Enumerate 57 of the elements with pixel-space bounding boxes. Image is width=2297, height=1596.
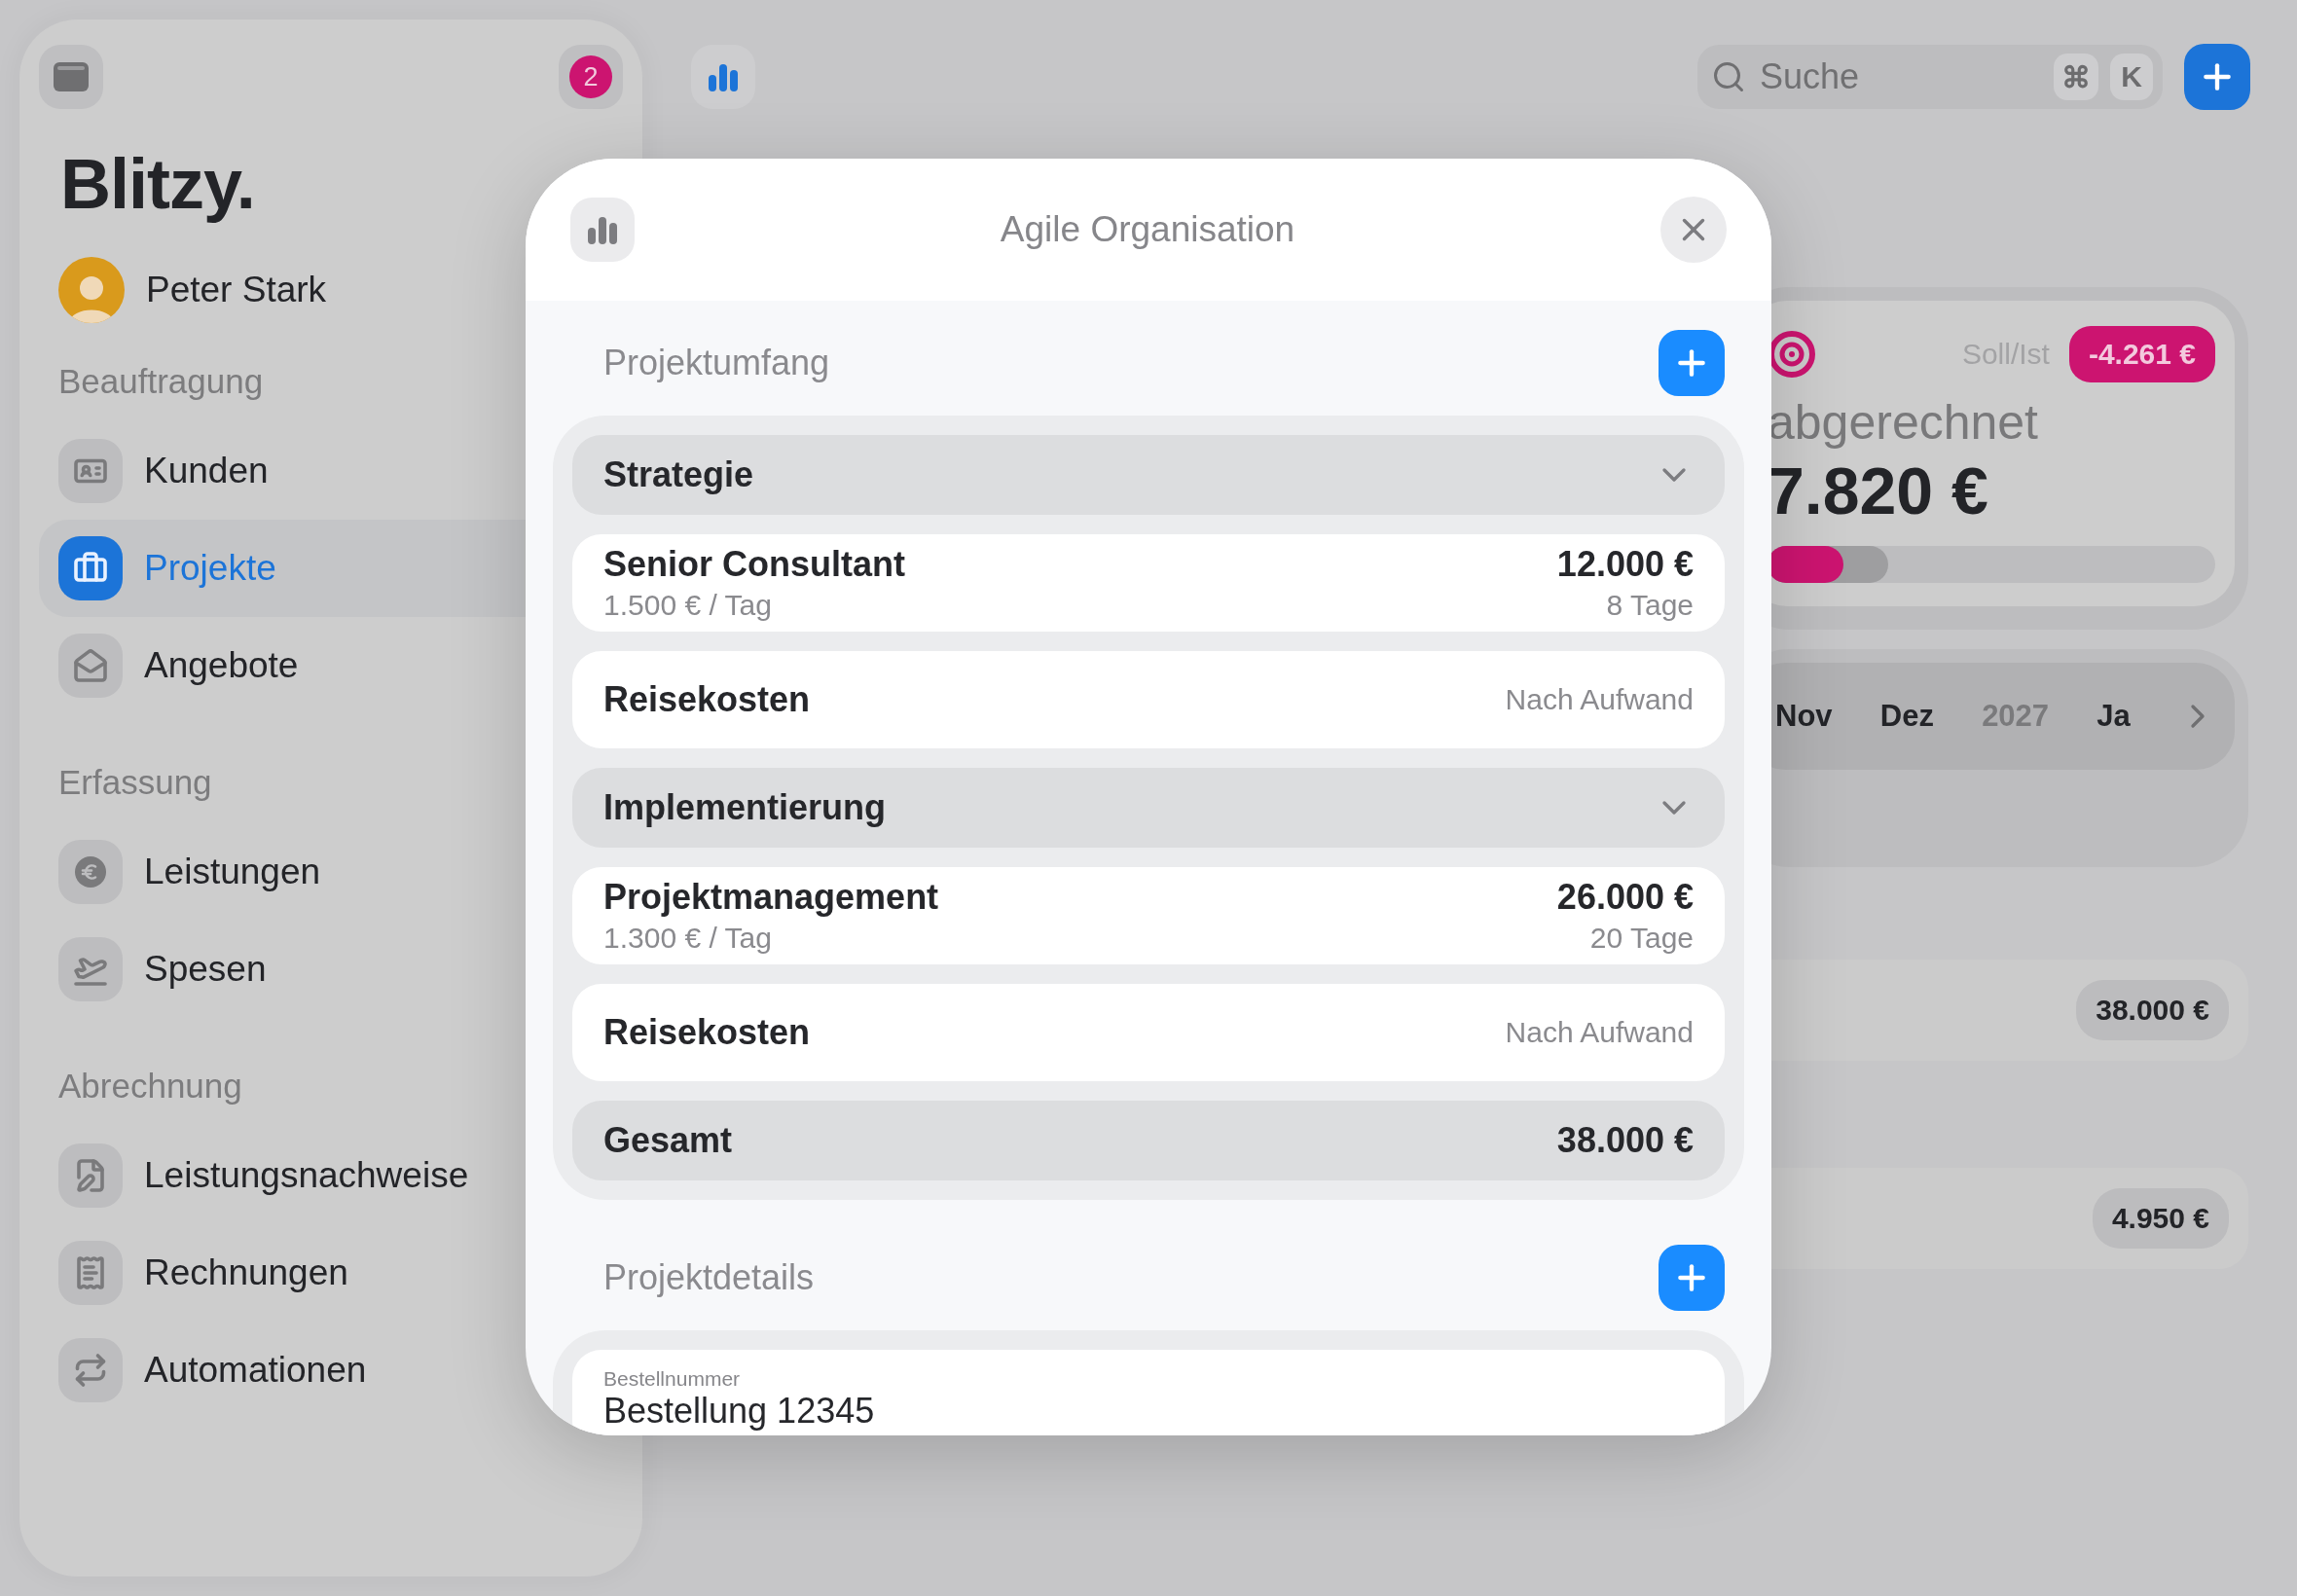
notifications-button[interactable]: 2 [559, 45, 623, 109]
total-label: Gesamt [603, 1120, 733, 1161]
section-heading: Projektumfang [603, 343, 830, 383]
user-name: Peter Stark [146, 270, 327, 310]
day-count: 8 Tage [1606, 589, 1694, 622]
sidebar-toggle-button[interactable] [39, 45, 103, 109]
position-note: Nach Aufwand [1505, 1016, 1694, 1049]
search-icon [1711, 59, 1746, 94]
month-tab[interactable]: Nov [1775, 699, 1833, 734]
position-card[interactable]: Reisekosten Nach Aufwand [572, 651, 1725, 748]
add-button[interactable] [2184, 44, 2250, 110]
nav-icon [58, 1241, 123, 1305]
nav-icon [58, 536, 123, 600]
day-count: 20 Tage [1589, 922, 1694, 955]
dialog-title: Agile Organisation [1000, 209, 1295, 250]
nav-icon [58, 439, 123, 503]
position-title: Reisekosten [603, 1012, 811, 1053]
summary-amount: 7.820 € [1768, 453, 1989, 528]
app-logo: Blitzy. [60, 144, 255, 224]
shortcut-key: ⌘ [2054, 54, 2098, 100]
position-amount: 12.000 € [1556, 544, 1694, 585]
amount-badge: 38.000 € [2076, 980, 2229, 1040]
total-amount: 38.000 € [1556, 1120, 1694, 1161]
group-header[interactable]: Implementierung [572, 768, 1725, 848]
position-card[interactable]: Senior Consultant 1.500 € / Tag 12.000 € 8 Tage [572, 534, 1725, 632]
group-header[interactable]: Strategie [572, 435, 1725, 515]
nav-icon [58, 840, 123, 904]
amount-badge: 4.950 € [2092, 1188, 2229, 1249]
section-heading: Abrechnung [58, 1067, 243, 1106]
summary-caption: abgerechnet [1768, 394, 2039, 451]
order-number-input[interactable]: Bestellung 12345 [603, 1391, 1694, 1432]
order-number-field[interactable]: Bestellnummer Bestellung 12345 [572, 1350, 1725, 1435]
position-note: Nach Aufwand [1505, 683, 1694, 716]
nav-icon [58, 937, 123, 1001]
position-amount: 26.000 € [1556, 877, 1694, 918]
add-button[interactable] [1659, 1245, 1725, 1311]
panel-icon [54, 62, 89, 91]
notification-badge: 2 [569, 55, 612, 98]
shortcut-key: K [2110, 54, 2153, 100]
nav-icon [58, 634, 123, 698]
section-heading: Projektdetails [603, 1257, 815, 1298]
position-title: Projektmanagement [603, 877, 939, 918]
nav-icon [58, 1338, 123, 1402]
position-card[interactable]: Reisekosten Nach Aufwand [572, 984, 1725, 1081]
nav-icon [58, 1143, 123, 1208]
search-input[interactable]: Suche [1758, 55, 2042, 98]
month-tab[interactable]: Ja [2096, 699, 2131, 734]
position-title: Reisekosten [603, 679, 811, 720]
field-label: Bestellnummer [603, 1367, 742, 1391]
section-heading: Erfassung [58, 763, 213, 802]
chart-button[interactable] [570, 198, 635, 262]
day-rate: 1.300 € / Tag [603, 922, 772, 955]
position-card[interactable]: Projektmanagement 1.300 € / Tag 26.000 € 20 Tage [572, 867, 1725, 964]
month-tab[interactable]: Dez [1879, 699, 1934, 734]
add-button[interactable] [1659, 330, 1725, 396]
chart-button[interactable] [691, 45, 755, 109]
difference-badge: -4.261 € [2068, 326, 2215, 382]
